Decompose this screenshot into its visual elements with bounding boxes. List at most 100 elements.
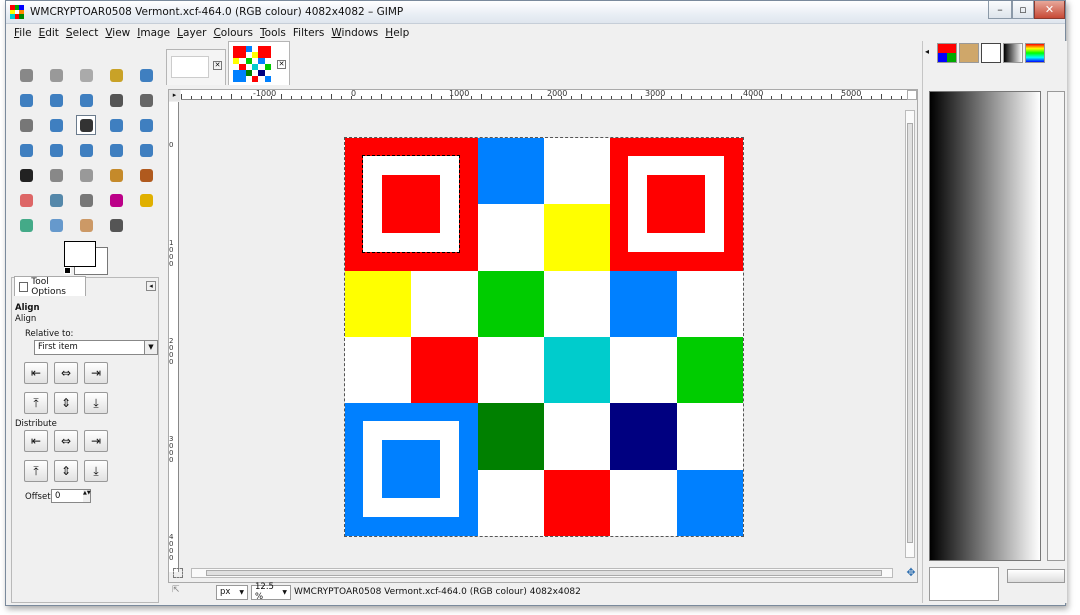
menu-item-view[interactable]: View	[103, 27, 135, 39]
zoom-toggle-icon[interactable]	[907, 90, 917, 100]
align-bottom-icon: ⤓	[93, 463, 99, 478]
image-tab-active[interactable]: ✕	[228, 41, 290, 85]
ruler-h-label: 3000	[645, 90, 666, 98]
distribute-align-bottom-button[interactable]: ⤓	[84, 460, 108, 482]
tool-clone[interactable]	[106, 190, 126, 210]
tool-text[interactable]	[16, 165, 36, 185]
tool-rect-select[interactable]	[16, 65, 36, 85]
tool-foreground-select[interactable]	[46, 90, 66, 110]
align-bottom-button[interactable]: ⤓	[84, 392, 108, 414]
align-left-button[interactable]: ⇤	[24, 362, 48, 384]
scroll-thumb[interactable]	[907, 123, 913, 543]
tool-ink[interactable]	[76, 190, 96, 210]
menu-item-windows[interactable]: Windows	[329, 27, 383, 39]
menu-item-help[interactable]: Help	[383, 27, 414, 39]
tool-dodge-burn[interactable]	[106, 215, 126, 235]
tool-free-select[interactable]	[76, 65, 96, 85]
dock-bottom-field[interactable]	[929, 567, 999, 601]
menu-item-file[interactable]: File	[12, 27, 37, 39]
zoom-select[interactable]: 12.5 % ▼	[251, 582, 291, 602]
tool-move[interactable]	[46, 115, 66, 135]
tool-heal[interactable]	[136, 190, 156, 210]
tab-brushes[interactable]	[959, 43, 979, 63]
tool-bucket-fill[interactable]	[46, 165, 66, 185]
menu-label: Filters	[292, 26, 325, 39]
tab-paths[interactable]	[981, 43, 1001, 63]
distribute-align-top-button[interactable]: ⤒	[24, 460, 48, 482]
distribute-align-center-button[interactable]: ⇔	[54, 430, 78, 452]
ruler-tick	[631, 94, 632, 99]
offset-input[interactable]: 0 ▲▼	[51, 489, 91, 503]
tool-align[interactable]	[76, 115, 96, 135]
tool-eraser[interactable]	[16, 190, 36, 210]
relative-to-select[interactable]: First item ▼	[34, 340, 158, 355]
tool-scissors-select[interactable]	[16, 90, 36, 110]
tool-measure[interactable]	[16, 115, 36, 135]
scroll-thumb[interactable]	[206, 570, 882, 576]
tool-scale[interactable]	[16, 140, 36, 160]
tool-fuzzy-select[interactable]	[106, 65, 126, 85]
tab-gradients[interactable]	[1003, 43, 1023, 63]
tab-patterns[interactable]	[937, 43, 957, 63]
menu-item-layer[interactable]: Layer	[175, 27, 211, 39]
align-top-button[interactable]: ⤒	[24, 392, 48, 414]
vertical-ruler[interactable]: 0 1000 2000 3000 4000	[169, 102, 179, 572]
tool-perspective-clone[interactable]	[16, 215, 36, 235]
horizontal-ruler[interactable]: -1000 0 1000 2000 3000 4000 5000	[181, 90, 907, 100]
vertical-scrollbar[interactable]	[905, 110, 915, 558]
close-icon[interactable]: ✕	[213, 61, 222, 70]
distribute-align-middle-button[interactable]: ⇕	[54, 460, 78, 482]
tool-rotate[interactable]	[136, 115, 156, 135]
image-canvas[interactable]	[344, 137, 744, 537]
tool-paintbrush[interactable]	[136, 165, 156, 185]
distribute-align-left-button[interactable]: ⇤	[24, 430, 48, 452]
panel-menu-button[interactable]: ◂	[146, 281, 156, 291]
ruler-corner[interactable]: ▸	[169, 90, 180, 101]
fg-bg-color-swatch[interactable]	[64, 241, 108, 275]
tool-airbrush[interactable]	[46, 190, 66, 210]
tool-zoom[interactable]	[136, 90, 156, 110]
menu-item-tools[interactable]: Tools	[258, 27, 291, 39]
tool-crop[interactable]	[106, 115, 126, 135]
tool-ellipse-select[interactable]	[46, 65, 66, 85]
tool-blur[interactable]	[46, 215, 66, 235]
tool-cage-transform[interactable]	[136, 140, 156, 160]
tool-smudge[interactable]	[76, 215, 96, 235]
tool-pencil[interactable]	[106, 165, 126, 185]
gradient-preview[interactable]	[929, 91, 1041, 561]
tool-flip[interactable]	[106, 140, 126, 160]
close-button[interactable]: ✕	[1034, 1, 1065, 19]
horizontal-scrollbar[interactable]	[191, 568, 893, 578]
tool-blend[interactable]	[76, 165, 96, 185]
tool-by-color-select[interactable]	[136, 65, 156, 85]
minimize-button[interactable]: –	[988, 1, 1012, 19]
unit-select[interactable]: px ▼	[216, 584, 248, 600]
menu-item-edit[interactable]: Edit	[37, 27, 64, 39]
menu-item-filters[interactable]: Filters	[291, 27, 329, 39]
tab-palettes[interactable]	[1025, 43, 1045, 63]
align-center-button[interactable]: ⇔	[54, 362, 78, 384]
align-right-button[interactable]: ⇥	[84, 362, 108, 384]
canvas-area[interactable]: ▸ -1000 0 1000 2000 3000 4000 5000 0 1000 2000 30…	[168, 89, 918, 583]
foreground-color[interactable]	[64, 241, 96, 267]
tab-tool-options[interactable]: Tool Options	[14, 276, 86, 297]
menu-item-image[interactable]: Image	[135, 27, 175, 39]
navigate-icon[interactable]: ✥	[905, 567, 917, 579]
distribute-align-right-button[interactable]: ⇥	[84, 430, 108, 452]
tool-color-picker[interactable]	[106, 90, 126, 110]
tool-shear[interactable]	[46, 140, 66, 160]
title-bar[interactable]: WMCRYPTOAR0508 Vermont.xcf-464.0 (RGB co…	[6, 1, 1065, 24]
menu-item-colours[interactable]: Colours	[211, 27, 258, 39]
tool-perspective[interactable]	[76, 140, 96, 160]
dock-bottom-button[interactable]	[1007, 569, 1065, 583]
menu-item-select[interactable]: Select	[64, 27, 103, 39]
maximize-button[interactable]: ▫	[1012, 1, 1034, 19]
tool-paths[interactable]	[76, 90, 96, 110]
quick-mask-icon[interactable]	[173, 568, 183, 578]
dock-menu-icon[interactable]: ◂	[925, 47, 929, 56]
align-middle-button[interactable]: ⇕	[54, 392, 78, 414]
close-icon[interactable]: ✕	[277, 60, 286, 69]
default-colors-icon[interactable]	[64, 267, 71, 274]
image-tab-empty[interactable]: ✕	[166, 49, 226, 85]
image-cell	[477, 337, 544, 404]
